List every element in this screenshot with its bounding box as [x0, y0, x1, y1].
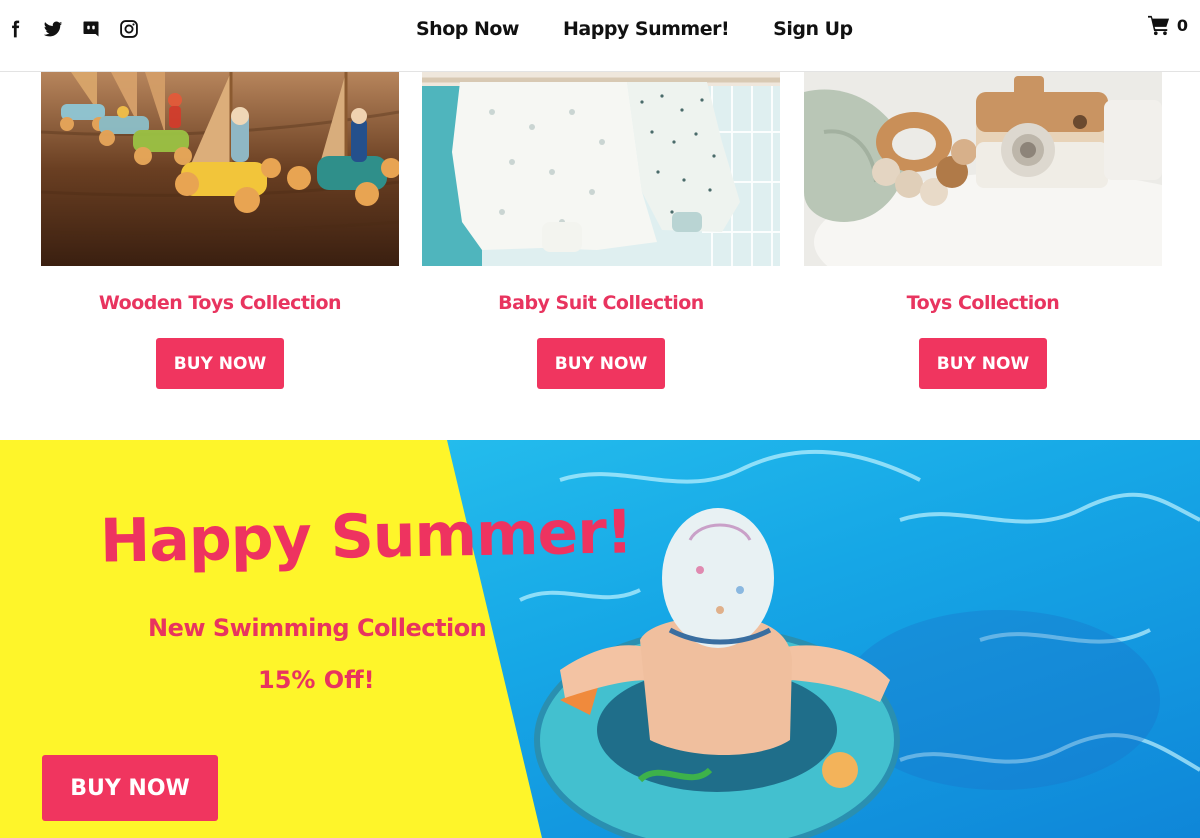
product-image-wooden-toys[interactable]: [41, 72, 399, 266]
cart-count: 0: [1176, 15, 1188, 35]
twitter-icon[interactable]: [42, 18, 64, 40]
product-card: Toys Collection BUY NOW: [804, 72, 1162, 389]
buy-now-button[interactable]: BUY NOW: [537, 338, 665, 389]
nav-sign-up[interactable]: Sign Up: [773, 18, 853, 40]
facebook-icon[interactable]: [4, 18, 26, 40]
nav-shop-now[interactable]: Shop Now: [416, 18, 520, 40]
product-card: Baby Suit Collection BUY NOW: [422, 72, 780, 389]
nav-happy-summer[interactable]: Happy Summer!: [563, 18, 730, 40]
product-title: Toys Collection: [906, 292, 1060, 314]
summer-promo-banner: Happy Summer! New Swimming Collection 15…: [0, 440, 1200, 838]
product-card: Wooden Toys Collection BUY NOW: [41, 72, 399, 389]
main-nav: Shop Now Happy Summer! Sign Up: [416, 18, 853, 40]
product-title: Baby Suit Collection: [498, 292, 704, 314]
hero-title: Happy Summer!: [99, 497, 633, 577]
social-links: [4, 18, 140, 40]
product-image-baby-suits[interactable]: [422, 72, 780, 266]
site-header: Shop Now Happy Summer! Sign Up 0: [0, 0, 1200, 72]
discord-icon[interactable]: [80, 18, 102, 40]
product-image-toys[interactable]: [804, 72, 1162, 266]
hero-offer: 15% Off!: [258, 666, 375, 694]
hero-buy-now-button[interactable]: BUY NOW: [42, 755, 218, 821]
cart-icon: [1147, 15, 1169, 36]
instagram-icon[interactable]: [118, 18, 140, 40]
product-grid: Wooden Toys Collection BUY NOW Baby Suit…: [0, 72, 1200, 440]
product-title: Wooden Toys Collection: [98, 292, 342, 314]
cart-button[interactable]: 0: [1147, 14, 1188, 36]
buy-now-button[interactable]: BUY NOW: [156, 338, 284, 389]
hero-subtitle: New Swimming Collection: [148, 614, 487, 642]
buy-now-button[interactable]: BUY NOW: [919, 338, 1047, 389]
